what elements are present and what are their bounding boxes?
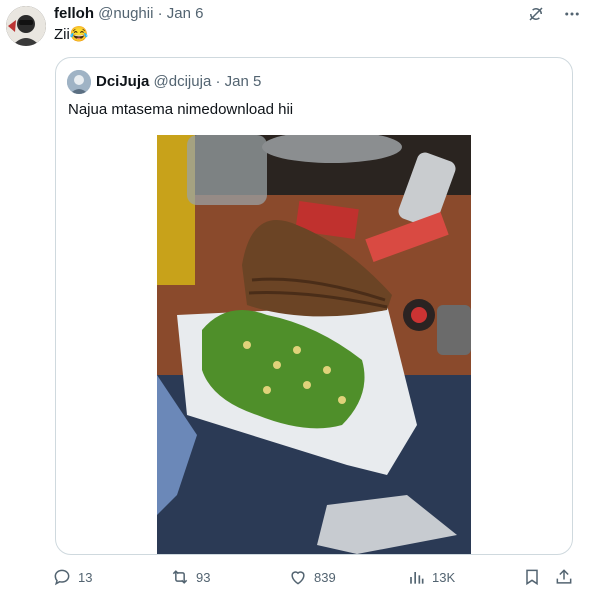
- share-icon: [556, 569, 572, 584]
- quoted-author-name[interactable]: DciJuja: [96, 73, 149, 90]
- retweet-button[interactable]: 93: [170, 565, 210, 589]
- quoted-avatar-image: [67, 70, 91, 94]
- tweet-date[interactable]: Jan 6: [167, 5, 204, 22]
- quoted-tweet-photo[interactable]: [157, 131, 471, 554]
- quoted-tweet-date[interactable]: Jan 5: [225, 73, 262, 90]
- views-button[interactable]: 13K: [406, 565, 455, 589]
- quoted-author-avatar[interactable]: [67, 70, 91, 94]
- quoted-author-handle[interactable]: @dcijuja: [154, 73, 212, 90]
- views-icon: [410, 572, 424, 584]
- author-name[interactable]: felloh: [54, 5, 94, 22]
- tweet-header: felloh @nughii · Jan 6: [54, 5, 203, 23]
- reply-icon: [54, 569, 70, 586]
- retweet-count: 93: [196, 569, 211, 585]
- quoted-tweet-text: Najua mtasema nimedownload hii: [68, 101, 294, 118]
- quoted-tweet-header: DciJuja @dcijuja · Jan 5: [96, 73, 261, 91]
- share-button[interactable]: [554, 565, 574, 589]
- author-avatar[interactable]: [6, 6, 46, 46]
- reply-count: 13: [78, 569, 93, 585]
- food-photo: [157, 131, 471, 554]
- quoted-header-separator: ·: [215, 73, 221, 90]
- avatar-image: [6, 6, 46, 46]
- views-count: 13K: [432, 569, 456, 585]
- heart-icon: [291, 571, 305, 585]
- quoted-tweet-card[interactable]: DciJuja @dcijuja · Jan 5 Najua mtasema n…: [55, 57, 573, 555]
- tweet-action-bar: 13 93 839 13K: [52, 565, 578, 589]
- more-options-icon[interactable]: [562, 4, 582, 24]
- bookmark-icon: [526, 569, 538, 586]
- reply-button[interactable]: 13: [52, 565, 92, 589]
- tweet-text: Zii😂: [54, 26, 89, 43]
- like-button[interactable]: 839: [288, 565, 336, 589]
- author-handle[interactable]: @nughii: [98, 5, 153, 22]
- retweet-icon: [172, 570, 188, 584]
- tweet-top-actions: [526, 4, 582, 24]
- grok-icon[interactable]: [526, 4, 546, 24]
- header-separator: ·: [157, 5, 163, 22]
- bookmark-button[interactable]: [522, 565, 542, 589]
- like-count: 839: [314, 569, 336, 585]
